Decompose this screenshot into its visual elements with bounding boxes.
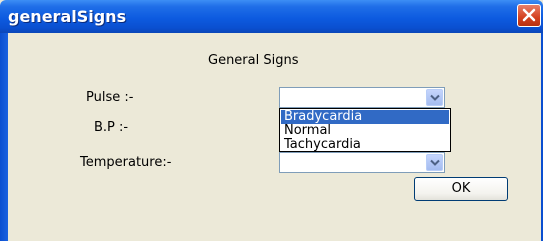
pulse-dropdown-button[interactable] [426,89,443,106]
temperature-label: Temperature:- [80,155,172,170]
dropdown-option-tachycardia[interactable]: Tachycardia [281,138,449,152]
dialog-content: General Signs Pulse :- B.P :- Bradycardi… [8,33,541,241]
pulse-dropdown-list[interactable]: Bradycardia Normal Tachycardia [279,108,451,152]
dropdown-option-normal[interactable]: Normal [281,124,449,138]
window-frame-left [0,33,8,241]
ok-button[interactable]: OK [414,177,508,201]
dialog-window: generalSigns General Signs Pulse :- B.P … [0,0,543,241]
temperature-dropdown-button[interactable] [426,154,443,171]
chevron-down-icon [430,159,440,166]
pulse-label: Pulse :- [86,90,134,105]
temperature-select[interactable] [279,152,445,173]
window-title: generalSigns [8,7,127,26]
close-button[interactable] [517,4,541,27]
close-icon [522,8,536,22]
dropdown-option-bradycardia[interactable]: Bradycardia [281,110,449,124]
title-bar[interactable]: generalSigns [0,0,543,33]
chevron-down-icon [430,94,440,101]
bp-label: B.P :- [94,120,129,135]
form-heading: General Signs [208,53,299,68]
pulse-select[interactable] [279,87,445,108]
